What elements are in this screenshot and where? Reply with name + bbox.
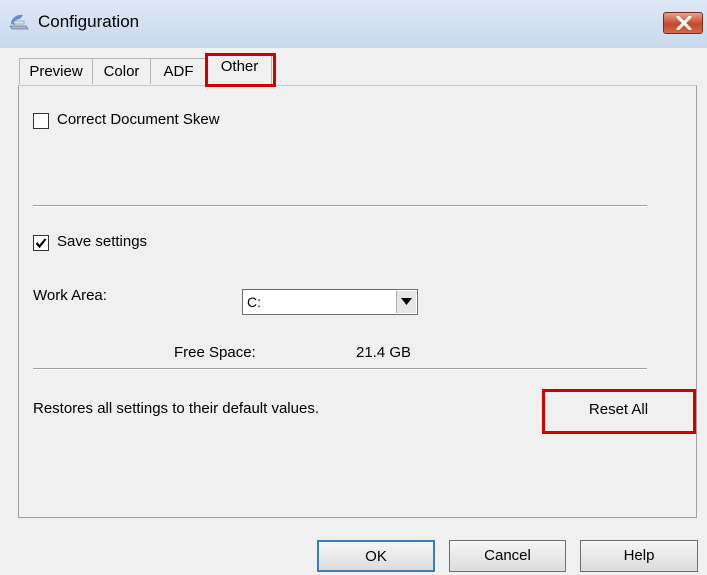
close-button[interactable] xyxy=(663,12,703,34)
tab-adf[interactable]: ADF xyxy=(150,58,207,84)
correct-skew-checkbox[interactable] xyxy=(33,113,49,129)
chevron-down-icon xyxy=(401,298,412,305)
cancel-button[interactable]: Cancel xyxy=(449,540,566,572)
close-icon xyxy=(676,16,692,30)
work-area-label: Work Area: xyxy=(33,287,107,304)
title-bar: Configuration xyxy=(0,0,707,48)
window-title: Configuration xyxy=(38,12,140,31)
free-space-value: 21.4 GB xyxy=(356,344,412,361)
tab-color[interactable]: Color xyxy=(92,58,151,84)
help-button[interactable]: Help xyxy=(580,540,698,572)
correct-skew-label: Correct Document Skew xyxy=(57,111,220,128)
reset-all-button[interactable]: Reset All xyxy=(543,390,694,430)
restore-defaults-text: Restores all settings to their default v… xyxy=(33,400,319,417)
separator xyxy=(33,205,647,207)
scanner-icon xyxy=(8,10,30,32)
ok-button[interactable]: OK xyxy=(317,540,435,572)
tab-other[interactable]: Other xyxy=(207,53,272,85)
work-area-value: C: xyxy=(247,294,261,310)
work-area-select[interactable]: C: xyxy=(242,289,418,315)
configuration-dialog: Configuration Preview Color ADF Other Co… xyxy=(0,0,707,575)
tab-preview[interactable]: Preview xyxy=(19,58,93,84)
save-settings-checkbox[interactable] xyxy=(33,235,49,251)
dropdown-button[interactable] xyxy=(396,291,416,313)
free-space-label: Free Space: xyxy=(174,344,256,361)
save-settings-label: Save settings xyxy=(57,233,148,250)
checkmark-icon xyxy=(35,238,47,249)
separator xyxy=(33,368,647,370)
